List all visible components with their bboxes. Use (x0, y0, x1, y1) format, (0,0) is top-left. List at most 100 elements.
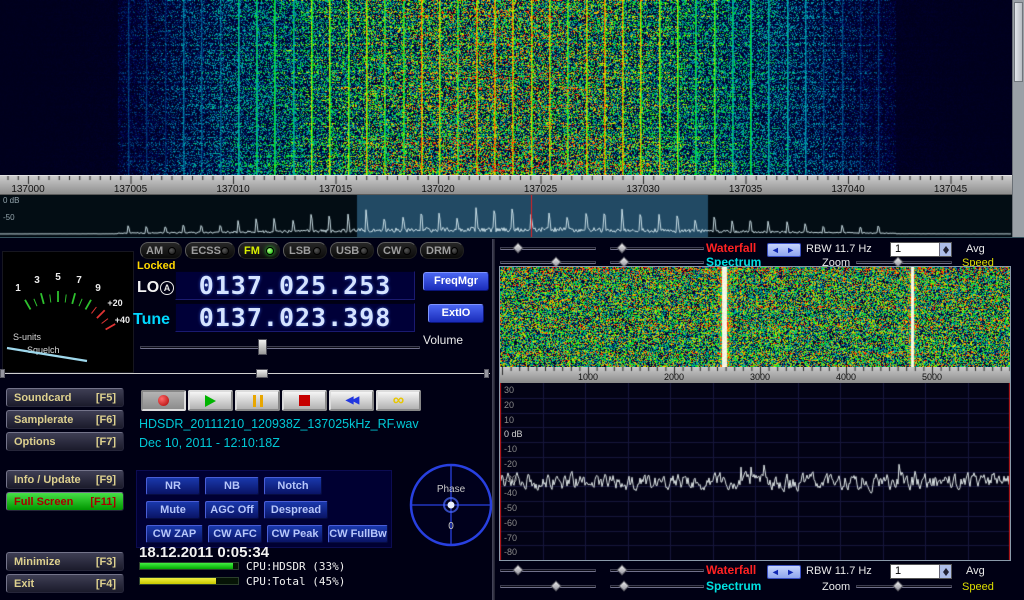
spinner-arrows-icon[interactable] (939, 243, 951, 256)
soundcard-button[interactable]: Soundcard[F5] (6, 388, 124, 407)
slider-track[interactable] (500, 585, 596, 588)
samplerate-button[interactable]: Samplerate[F6] (6, 410, 124, 429)
zoom-slider[interactable] (856, 581, 952, 592)
smeter-tick (65, 295, 66, 303)
clock-display: 18.12.2011 0:05:34 (139, 544, 269, 561)
slider-thumb[interactable] (616, 564, 627, 575)
play-button[interactable] (188, 390, 233, 411)
waterfall-brightness-slider[interactable] (500, 565, 596, 576)
exit-button[interactable]: Exit[F4] (6, 574, 124, 593)
smeter-tick (102, 319, 108, 324)
slider-track[interactable] (500, 261, 596, 264)
main-waterfall-display[interactable] (0, 0, 1024, 175)
slider-thumb[interactable] (512, 564, 523, 575)
waterfall-shift-buttons[interactable]: ◄ ► (767, 565, 801, 579)
stop-icon (299, 395, 310, 406)
info-update-button[interactable]: Info / Update[F9] (6, 470, 124, 489)
scale-label: 3000 (750, 372, 770, 382)
mode-usb-button[interactable]: USB (330, 242, 374, 259)
smeter-tick (92, 307, 97, 313)
tune-frequency-display[interactable]: 0137.023.398 (175, 303, 415, 332)
nr-button[interactable]: NR (146, 477, 200, 495)
mode-cw-button[interactable]: CW (377, 242, 417, 259)
rx-frequency-scale[interactable]: 10002000300040005000 (500, 367, 1010, 383)
slider-thumb[interactable] (550, 580, 561, 591)
mode-label: USB (336, 245, 359, 257)
slider-thumb[interactable] (512, 242, 523, 253)
recording-timestamp: Dec 10, 2011 - 12:10:18Z (139, 436, 280, 450)
slider-thumb[interactable] (892, 256, 903, 267)
waterfall-scrollbar[interactable] (1012, 0, 1024, 237)
slider-thumb[interactable] (618, 580, 629, 591)
mode-label: FM (244, 245, 260, 257)
waterfall-brightness-slider[interactable] (500, 243, 596, 254)
rewind-button[interactable]: ◀◀ (329, 390, 374, 411)
smeter-scale-7: 7 (76, 275, 82, 286)
waterfall-shift-buttons[interactable]: ◄ ► (767, 243, 801, 257)
minimize-button[interactable]: Minimize[F3] (6, 552, 124, 571)
mode-led-icon (360, 247, 368, 255)
notch-button[interactable]: Notch (264, 477, 322, 495)
avg-dropdown[interactable]: 1 (890, 242, 952, 257)
scale-label: 137045 (934, 184, 967, 195)
options-button[interactable]: Options[F7] (6, 432, 124, 451)
mode-led-icon (168, 247, 176, 255)
mode-fm-button[interactable]: FM (238, 242, 280, 259)
avg-dropdown[interactable]: 1 (890, 564, 952, 579)
smeter-tick (72, 293, 75, 304)
mode-lsb-button[interactable]: LSB (283, 242, 327, 259)
main-frequency-scale[interactable]: 1370001370051370101370151370201370251370… (0, 175, 1012, 195)
smeter-tick (106, 324, 116, 330)
mode-ecss-button[interactable]: ECSS (185, 242, 235, 259)
loop-button[interactable]: ∞ (376, 390, 421, 411)
stop-button[interactable] (282, 390, 327, 411)
waterfall-label: Waterfall (706, 241, 756, 255)
slider-thumb[interactable] (256, 369, 268, 378)
slider-track[interactable] (140, 346, 420, 349)
agc-off-button[interactable]: AGC Off (205, 501, 259, 519)
record-button[interactable] (141, 390, 186, 411)
spinner-arrows-icon[interactable] (939, 565, 951, 578)
slider-track[interactable] (0, 373, 490, 374)
main-spectrum-db-top: 0 dB (3, 196, 19, 205)
fullscreen-button[interactable]: Full Screen[F11] (6, 492, 124, 511)
slider-thumb[interactable] (616, 242, 627, 253)
slider-thumb[interactable] (892, 580, 903, 591)
mute-button[interactable]: Mute (146, 501, 200, 519)
extio-button[interactable]: ExtIO (428, 304, 484, 323)
main-spectrum-display[interactable] (0, 195, 1012, 237)
lo-frequency-display[interactable]: 0137.025.253 (175, 271, 415, 300)
cw-zap-button[interactable]: CW ZAP (146, 525, 203, 543)
spectrum-range-slider[interactable] (610, 581, 704, 592)
mode-drm-button[interactable]: DRM (420, 242, 464, 259)
locked-indicator: Locked (137, 260, 176, 272)
spectrum-offset-slider[interactable] (500, 581, 596, 592)
cw-afc-button[interactable]: CW AFC (208, 525, 262, 543)
mode-am-button[interactable]: AM (140, 242, 182, 259)
panel-divider-slider[interactable] (0, 368, 490, 379)
despread-button[interactable]: Despread (264, 501, 328, 519)
volume-slider[interactable] (140, 339, 420, 355)
button-label: Info / Update (14, 474, 81, 486)
scale-label: 137035 (729, 184, 762, 195)
smeter-tick (97, 310, 105, 318)
waterfall-contrast-slider[interactable] (610, 243, 704, 254)
pause-button[interactable] (235, 390, 280, 411)
slider-thumb[interactable] (618, 256, 629, 267)
cw-peak-button[interactable]: CW Peak (267, 525, 323, 543)
smeter-scale-1: 1 (15, 283, 21, 294)
rx-waterfall-display[interactable] (500, 267, 1010, 367)
scale-label: 137040 (831, 184, 864, 195)
smeter-tick (25, 300, 31, 310)
s-meter: 1 3 5 7 9 +20 +40 S-units Squelch (2, 251, 134, 373)
waterfall-contrast-slider[interactable] (610, 565, 704, 576)
slider-thumb[interactable] (258, 339, 267, 355)
main-spectrum-db-mid: -50 (3, 213, 15, 222)
lo-auto-badge[interactable]: A (160, 281, 174, 295)
slider-thumb[interactable] (550, 256, 561, 267)
nb-button[interactable]: NB (205, 477, 259, 495)
scrollbar-thumb[interactable] (1014, 2, 1023, 82)
rx-spectrum-display[interactable] (500, 383, 1010, 560)
freqmgr-button[interactable]: FreqMgr (423, 272, 489, 291)
cw-fullbw-button[interactable]: CW FullBw (328, 525, 388, 543)
